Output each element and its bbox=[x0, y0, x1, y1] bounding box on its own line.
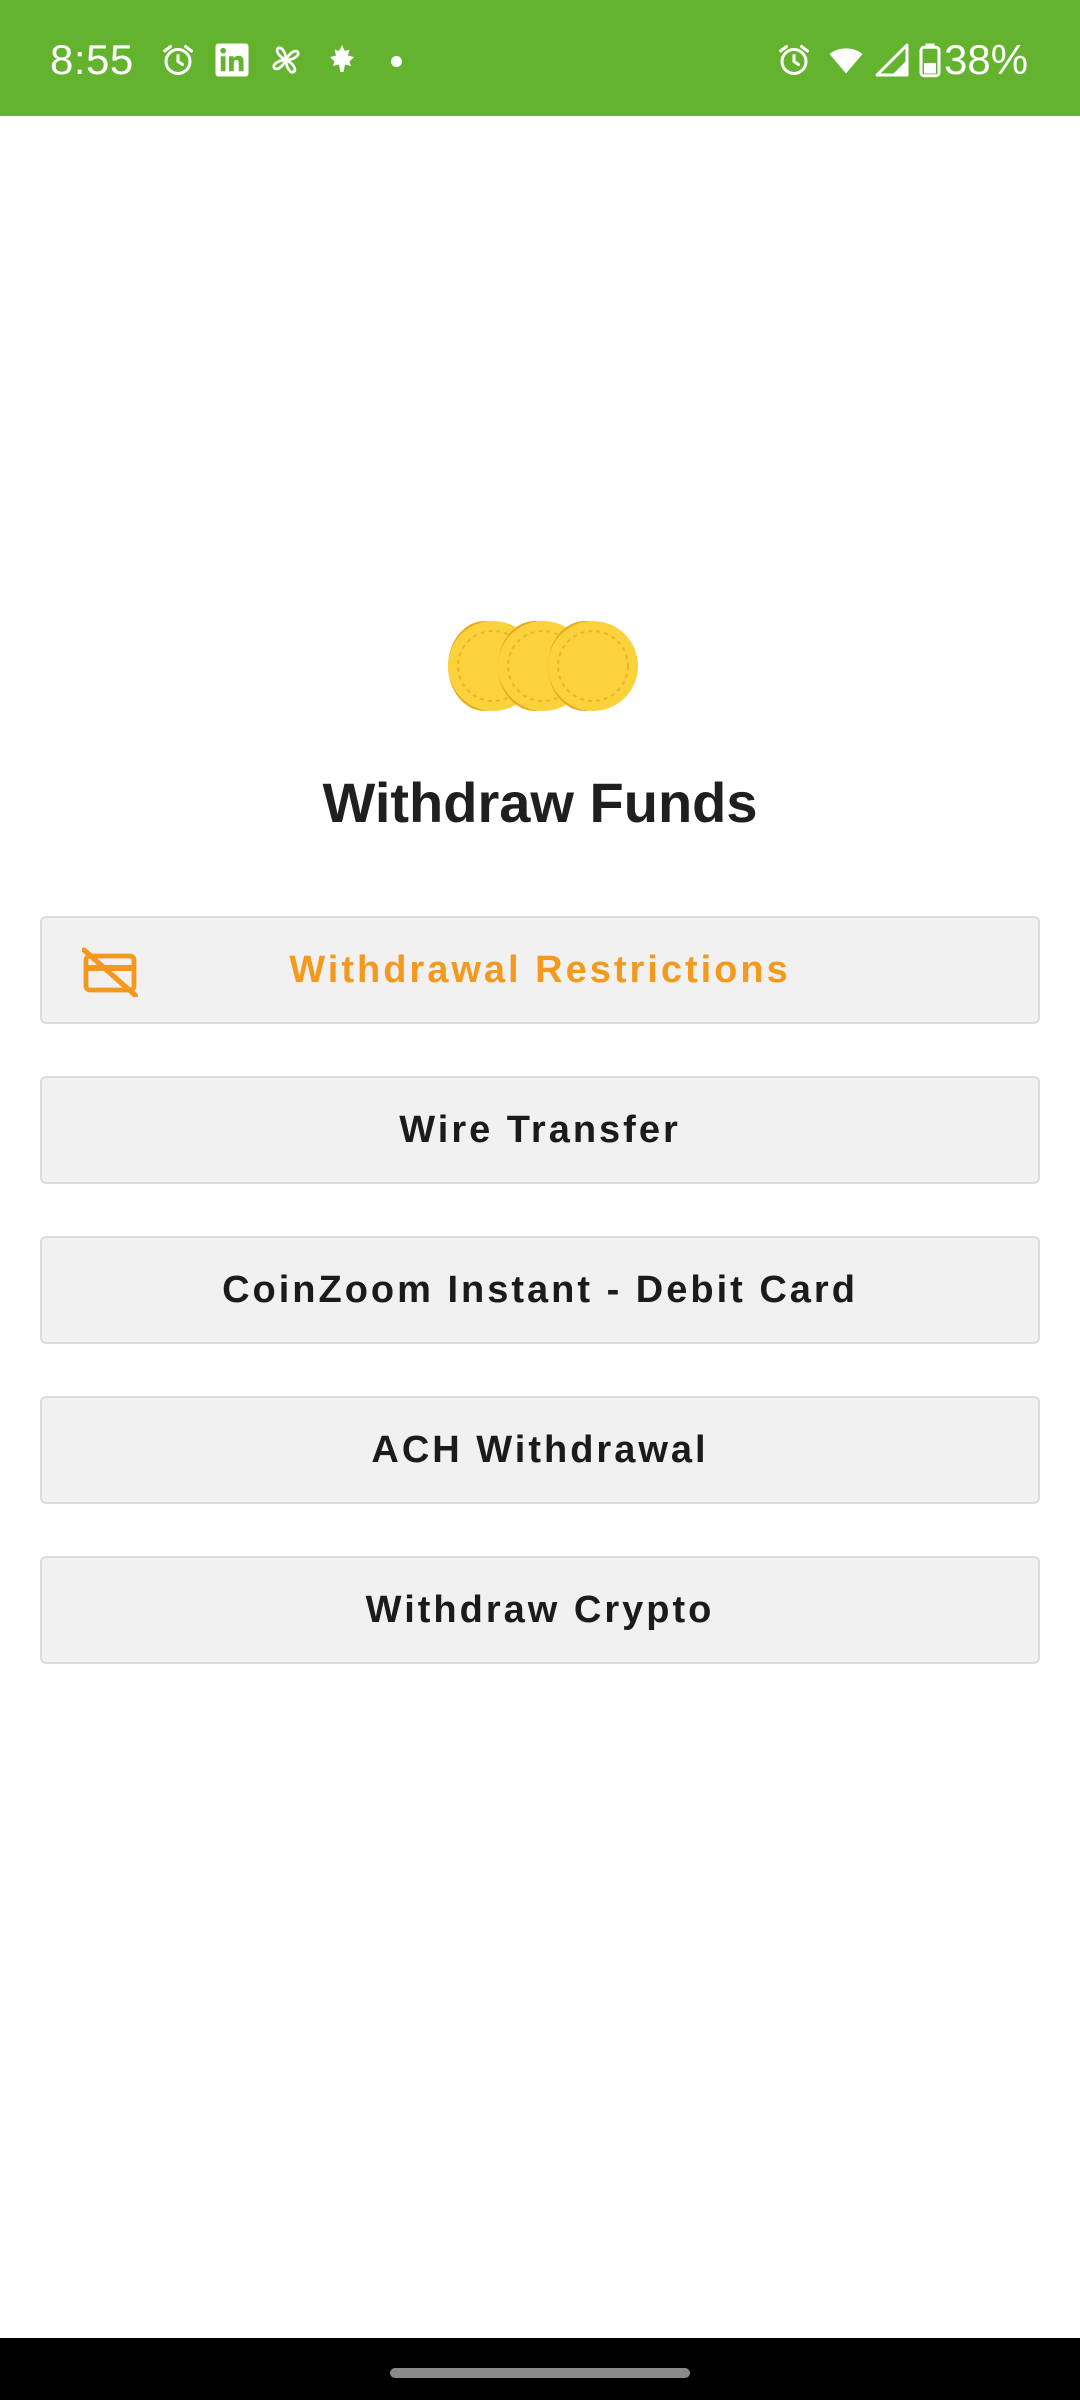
status-bar: 8:55 38% bbox=[0, 0, 1080, 116]
withdrawal-restrictions-label: Withdrawal Restrictions bbox=[289, 948, 791, 991]
signal-icon bbox=[875, 43, 909, 77]
ach-withdrawal-label: ACH Withdrawal bbox=[371, 1428, 709, 1471]
page-title: Withdraw Funds bbox=[322, 771, 758, 834]
battery-percentage: 38% bbox=[944, 36, 1029, 83]
withdraw-screen: Withdraw Funds Withdrawal Restrictions W… bbox=[0, 116, 1080, 2338]
withdraw-crypto-button[interactable]: Withdraw Crypto bbox=[40, 1556, 1040, 1664]
home-indicator[interactable] bbox=[390, 2368, 690, 2378]
battery-icon bbox=[919, 43, 941, 78]
card-off-icon bbox=[82, 947, 138, 997]
wifi-icon bbox=[829, 48, 863, 74]
wire-transfer-label: Wire Transfer bbox=[399, 1108, 681, 1151]
ach-withdrawal-button[interactable]: ACH Withdrawal bbox=[40, 1396, 1040, 1504]
pinwheel-icon bbox=[272, 46, 300, 74]
linkedin-icon bbox=[215, 43, 249, 77]
notification-dot-icon bbox=[391, 56, 402, 67]
withdrawal-restrictions-button[interactable]: Withdrawal Restrictions bbox=[40, 916, 1040, 1024]
withdraw-crypto-label: Withdraw Crypto bbox=[365, 1588, 715, 1631]
coins-icon bbox=[448, 621, 638, 711]
navigation-bar bbox=[0, 2338, 1080, 2400]
maple-leaf-icon bbox=[330, 45, 354, 72]
alarm-icon bbox=[779, 45, 809, 75]
wire-transfer-button[interactable]: Wire Transfer bbox=[40, 1076, 1040, 1184]
alarm-icon bbox=[163, 45, 193, 75]
debit-card-button[interactable]: CoinZoom Instant - Debit Card bbox=[40, 1236, 1040, 1344]
status-time: 8:55 bbox=[50, 36, 134, 83]
debit-card-label: CoinZoom Instant - Debit Card bbox=[222, 1268, 858, 1311]
